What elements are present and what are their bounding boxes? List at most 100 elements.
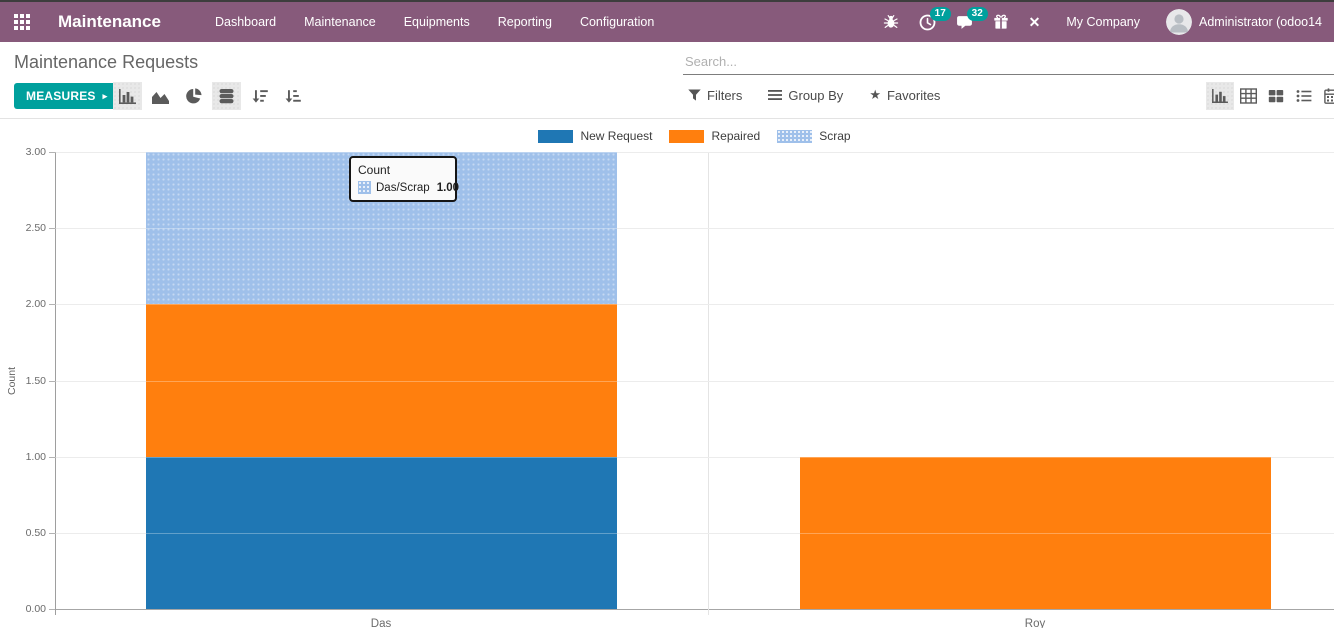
group-by-button[interactable]: Group By	[768, 87, 843, 103]
y-tick-label: 1.50	[0, 375, 46, 387]
user-menu[interactable]: Administrator (odoo14	[1166, 9, 1322, 35]
chart-legend: New Request Repaired Scrap	[55, 129, 1334, 143]
apps-menu-button[interactable]	[12, 12, 32, 32]
activity-count-badge: 17	[930, 7, 951, 21]
y-axis-label: Count	[6, 361, 18, 401]
measures-button[interactable]: MEASURES ▸	[14, 83, 119, 109]
x-tick-label: Roy	[995, 618, 1075, 628]
legend-label: New Request	[580, 129, 652, 143]
tools-button[interactable]: ✕	[1029, 14, 1041, 31]
y-tick-label: 0.50	[0, 527, 46, 539]
measures-label: MEASURES	[26, 89, 96, 103]
nav-item-configuration[interactable]: Configuration	[566, 2, 668, 42]
nav-item-dashboard[interactable]: Dashboard	[201, 2, 290, 42]
stacked-toggle-button[interactable]	[212, 82, 241, 110]
tools-icon: ✕	[1029, 14, 1041, 31]
filters-label: Filters	[707, 88, 742, 103]
y-tick	[49, 609, 55, 610]
pie-chart-icon	[186, 88, 202, 104]
control-panel: Maintenance Requests MEASURES ▸	[0, 42, 1334, 119]
list-view-button[interactable]	[1290, 82, 1318, 110]
debug-mode-button[interactable]	[883, 14, 899, 30]
star-icon: ★	[869, 87, 881, 103]
y-tick	[49, 228, 55, 229]
sort-desc-icon	[252, 88, 268, 104]
pivot-view-icon	[1240, 88, 1257, 104]
bug-icon	[883, 14, 899, 30]
main-menu: Dashboard Maintenance Equipments Reporti…	[201, 2, 668, 42]
sort-asc-button[interactable]	[278, 82, 307, 110]
funnel-icon	[688, 89, 701, 101]
top-navbar: Maintenance Dashboard Maintenance Equipm…	[0, 0, 1334, 42]
pie-chart-button[interactable]	[179, 82, 208, 110]
kanban-view-icon	[1268, 88, 1284, 104]
y-tick-label: 2.50	[0, 222, 46, 234]
avatar	[1166, 9, 1192, 35]
legend-swatch	[777, 130, 812, 143]
bar-segment[interactable]	[146, 457, 617, 609]
search-options: Filters Group By ★ Favorites	[688, 87, 940, 103]
legend-item[interactable]: New Request	[538, 129, 652, 143]
graph-view-icon	[1212, 89, 1228, 103]
company-menu[interactable]: My Company	[1066, 15, 1140, 29]
sort-desc-button[interactable]	[245, 82, 274, 110]
x-tick-label: Das	[341, 618, 421, 628]
y-tick-label: 1.00	[0, 451, 46, 463]
favorites-button[interactable]: ★ Favorites	[869, 87, 940, 103]
activities-button[interactable]: 17	[919, 14, 936, 31]
y-tick-label: 0.00	[0, 603, 46, 615]
line-chart-button[interactable]	[146, 82, 175, 110]
gift-icon	[993, 14, 1009, 30]
caret-right-icon: ▸	[103, 91, 108, 102]
y-tick	[49, 533, 55, 534]
message-count-badge: 32	[967, 7, 988, 21]
pivot-view-button[interactable]	[1234, 82, 1262, 110]
app-name[interactable]: Maintenance	[58, 12, 161, 32]
nav-item-maintenance[interactable]: Maintenance	[290, 2, 390, 42]
search-bar	[683, 49, 1334, 75]
kanban-view-button[interactable]	[1262, 82, 1290, 110]
apps-grid-icon	[14, 14, 30, 30]
nav-item-reporting[interactable]: Reporting	[484, 2, 566, 42]
bar-chart-icon	[119, 89, 136, 104]
navbar-systray: 17 32 ✕ My Company	[863, 9, 1322, 35]
search-input[interactable]	[683, 49, 1334, 75]
bar-segment[interactable]	[146, 304, 617, 457]
list-view-icon	[1296, 88, 1312, 104]
chart-type-toolbar	[113, 82, 307, 110]
legend-swatch	[669, 130, 704, 143]
gridline	[55, 609, 1334, 610]
y-tick	[49, 381, 55, 382]
bar-segment[interactable]	[146, 152, 617, 304]
favorites-label: Favorites	[887, 88, 940, 103]
y-axis-line	[55, 152, 56, 615]
calendar-view-button[interactable]	[1318, 82, 1334, 110]
y-tick	[49, 457, 55, 458]
legend-item[interactable]: Scrap	[777, 129, 850, 143]
legend-item[interactable]: Repaired	[669, 129, 760, 143]
legend-swatch	[538, 130, 573, 143]
legend-label: Scrap	[819, 129, 850, 143]
group-by-label: Group By	[788, 88, 843, 103]
area-chart-icon	[152, 89, 169, 104]
y-tick-label: 3.00	[0, 146, 46, 158]
view-switcher	[1206, 82, 1334, 110]
page-title: Maintenance Requests	[14, 52, 198, 73]
bar-segment[interactable]	[800, 457, 1271, 609]
user-name: Administrator (odoo14	[1199, 15, 1322, 29]
group-by-icon	[768, 89, 782, 101]
y-tick	[49, 152, 55, 153]
bar-chart-button[interactable]	[113, 82, 142, 110]
stack-icon	[219, 88, 234, 104]
category-separator-line	[708, 152, 709, 615]
messages-button[interactable]: 32	[956, 14, 973, 31]
sort-asc-icon	[285, 88, 301, 104]
gift-button[interactable]	[993, 14, 1009, 30]
calendar-view-icon	[1324, 88, 1334, 104]
legend-label: Repaired	[711, 129, 760, 143]
nav-item-equipments[interactable]: Equipments	[390, 2, 484, 42]
graph-view-button[interactable]	[1206, 82, 1234, 110]
y-tick-label: 2.00	[0, 298, 46, 310]
y-tick	[49, 304, 55, 305]
filters-button[interactable]: Filters	[688, 87, 742, 103]
